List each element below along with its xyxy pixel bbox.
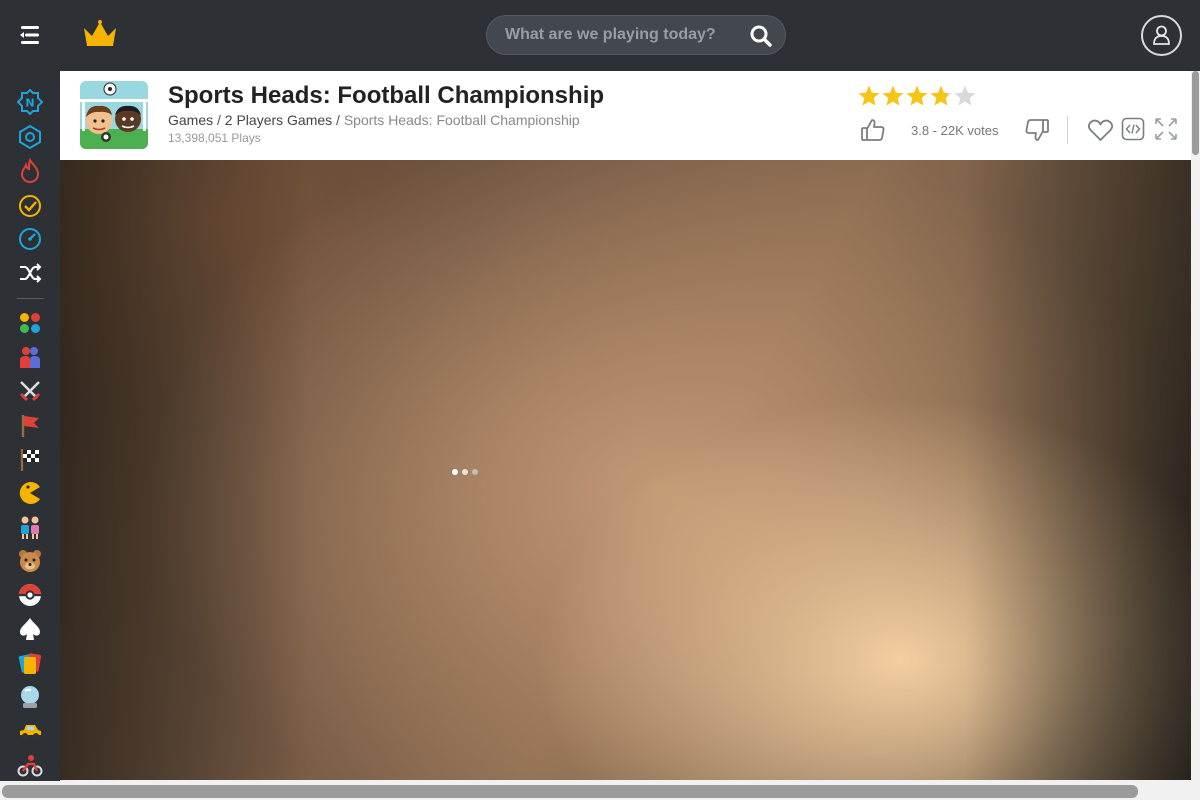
girls-icon (21, 516, 39, 539)
horizontal-scrollbar-thumb[interactable] (2, 785, 1138, 798)
favorite-button[interactable] (1087, 117, 1114, 143)
crown-logo-icon[interactable] (80, 18, 120, 50)
thumbs-up-icon (861, 119, 885, 141)
category-sidebar: N (0, 71, 60, 800)
card-icon (20, 618, 40, 640)
loading-dot (472, 469, 478, 475)
dislike-button[interactable] (1024, 117, 1050, 143)
sidebar-item-two-player[interactable] (17, 344, 43, 370)
categories-icon (20, 313, 40, 333)
breadcrumb-separator: / (332, 112, 344, 128)
sidebar-item-best[interactable] (17, 192, 43, 218)
sidebar-item-arcade[interactable] (17, 480, 43, 506)
sidebar-item-ball[interactable] (17, 684, 43, 710)
sidebar-item-fast[interactable] (17, 226, 43, 252)
fast-icon (19, 228, 41, 250)
vertical-scrollbar[interactable] (1191, 71, 1200, 780)
fullscreen-button[interactable] (1154, 117, 1178, 141)
rating-star[interactable] (881, 84, 905, 108)
sidebar-divider (17, 298, 44, 299)
sidebar-item-card[interactable] (17, 616, 43, 642)
rating-star[interactable] (953, 84, 977, 108)
like-button[interactable] (860, 117, 886, 143)
loading-dot (452, 469, 458, 475)
sidebar-item-action[interactable] (17, 378, 43, 404)
sidebar-item-pokemon[interactable] (17, 582, 43, 608)
horizontal-scrollbar[interactable] (0, 781, 1200, 800)
heart-icon (1087, 119, 1114, 141)
two-player-icon (20, 347, 40, 368)
ball-icon (21, 686, 39, 708)
search-icon[interactable] (749, 24, 773, 48)
arcade-icon (19, 482, 40, 504)
game-info-panel: Sports Heads: Football Championship Game… (60, 71, 1191, 160)
vote-count: 3.8 - 22K votes (911, 123, 999, 138)
sidebar-item-girls[interactable] (17, 514, 43, 540)
rating-star[interactable] (857, 84, 881, 108)
sidebar-item-categories[interactable] (17, 310, 43, 336)
sidebar-item-car[interactable] (17, 718, 43, 744)
user-icon (1153, 25, 1170, 45)
breadcrumb-current: Sports Heads: Football Championship (343, 112, 580, 128)
fullscreen-icon (1155, 118, 1177, 140)
top-bar (0, 0, 1200, 71)
play-count: 13,398,051 Plays (168, 131, 261, 145)
random-icon (20, 263, 42, 283)
pokemon-icon (19, 584, 41, 606)
breadcrumb: Games / 2 Players Games / Sports Heads: … (168, 112, 580, 128)
action-icon (19, 381, 41, 402)
car-icon (20, 725, 41, 739)
game-title: Sports Heads: Football Championship (168, 82, 605, 109)
best-icon (19, 195, 41, 217)
sidebar-item-kids[interactable] (17, 548, 43, 574)
code-icon (1121, 117, 1145, 141)
sidebar-item-bike[interactable] (17, 752, 43, 778)
search-box (486, 15, 786, 55)
search-input[interactable] (505, 16, 745, 54)
sidebar-item-adventure[interactable] (17, 412, 43, 438)
menu-icon[interactable] (16, 20, 44, 50)
racing-icon (20, 449, 39, 471)
sidebar-item-new[interactable]: N (16, 88, 44, 116)
svg-text:N: N (25, 97, 34, 110)
rating-star[interactable] (929, 84, 953, 108)
game-thumbnail[interactable] (80, 81, 148, 149)
sidebar-item-puzzle[interactable] (17, 650, 43, 676)
bike-icon (17, 755, 43, 777)
sidebar-item-racing[interactable] (17, 446, 43, 472)
kids-icon (19, 550, 41, 572)
sidebar-item-random[interactable] (17, 260, 43, 286)
loading-dot (462, 469, 468, 475)
breadcrumb-separator: / (213, 112, 225, 128)
sidebar-item-hot[interactable] (17, 157, 43, 184)
thumbs-down-icon (1025, 119, 1049, 141)
breadcrumb-home-link[interactable]: Games (168, 112, 213, 128)
embed-button[interactable] (1121, 117, 1145, 141)
breadcrumb-category-link[interactable]: 2 Players Games (225, 112, 332, 128)
rating-star[interactable] (905, 84, 929, 108)
user-account-button[interactable] (1141, 15, 1182, 56)
game-canvas[interactable] (60, 160, 1191, 780)
updated-icon (19, 124, 41, 150)
puzzle-icon (18, 653, 42, 674)
hot-icon (20, 157, 40, 184)
loading-indicator (452, 468, 482, 476)
action-divider (1067, 116, 1068, 144)
rating-stars[interactable] (857, 84, 979, 108)
sidebar-item-updated[interactable] (17, 124, 43, 150)
new-icon: N (16, 88, 44, 116)
vertical-scrollbar-thumb[interactable] (1192, 71, 1199, 155)
adventure-icon (21, 415, 39, 437)
